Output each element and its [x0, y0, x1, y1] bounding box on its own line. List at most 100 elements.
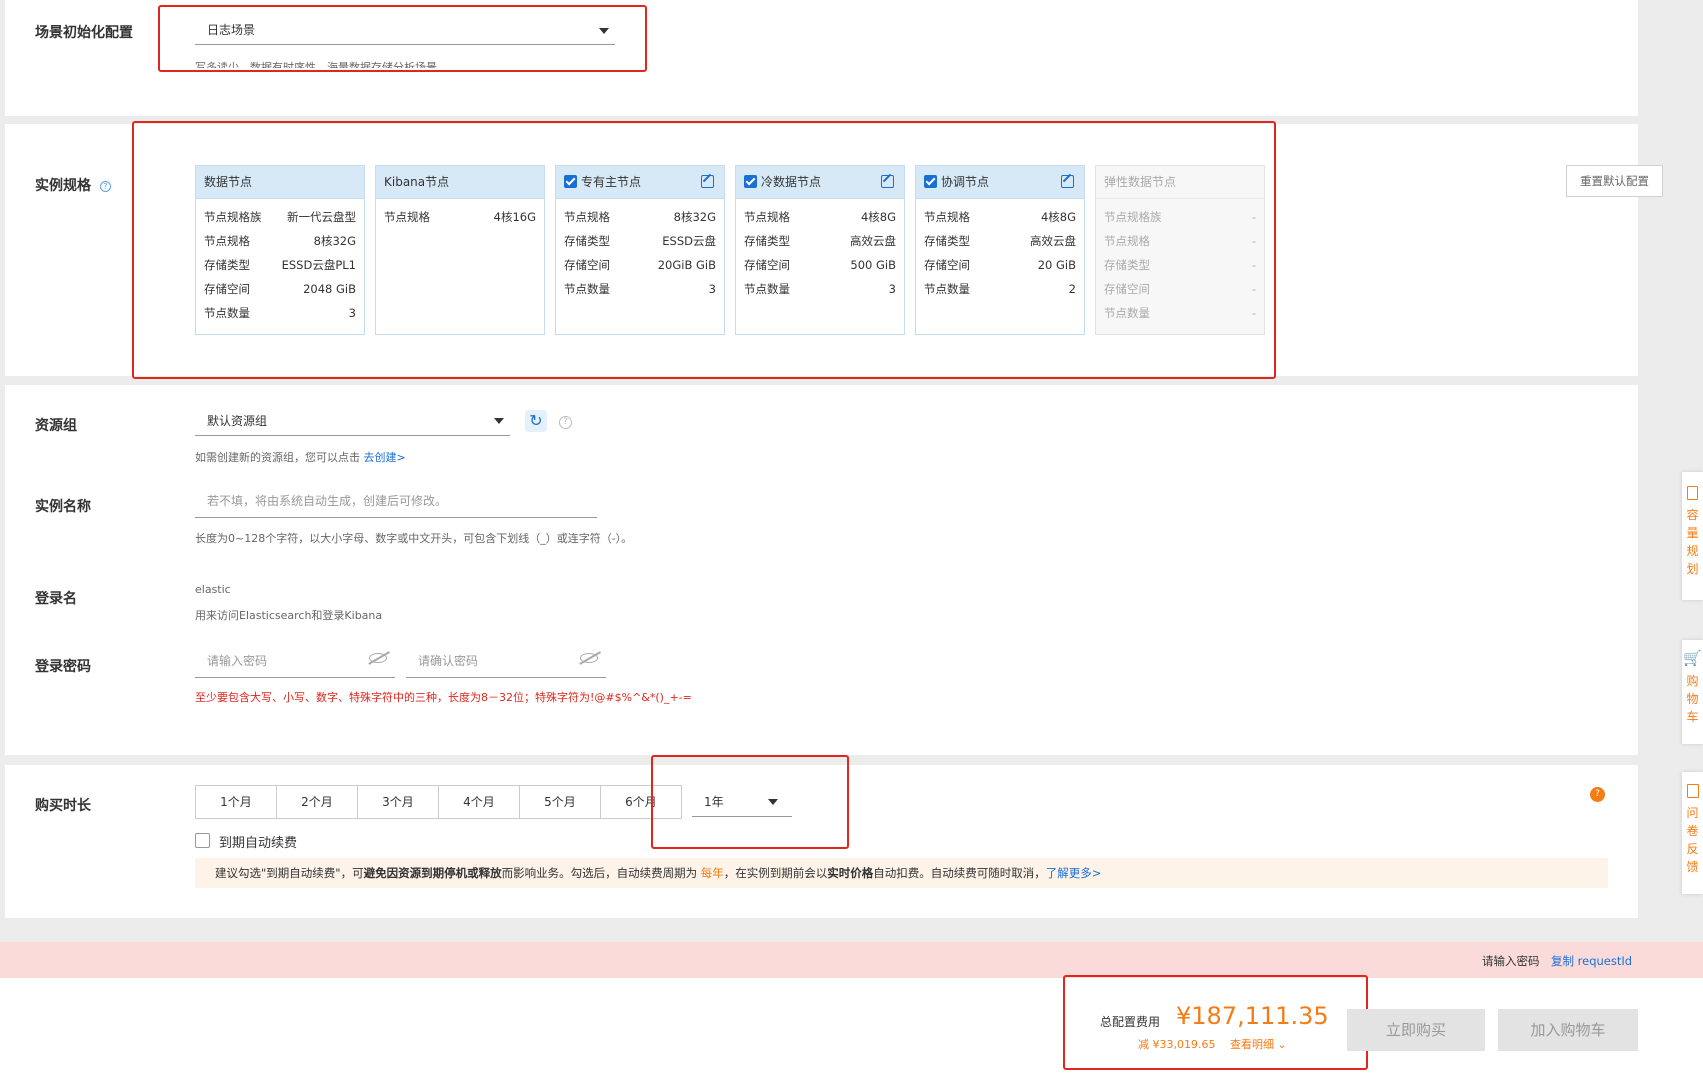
- duration-option[interactable]: 1个月: [195, 785, 277, 819]
- spec-row: 节点数量 3: [204, 301, 356, 325]
- duration-option[interactable]: 3个月: [357, 785, 439, 819]
- spec-row-key: 节点规格: [384, 210, 430, 224]
- duration-option[interactable]: 4个月: [438, 785, 520, 819]
- scene-select[interactable]: 日志场景: [195, 18, 615, 45]
- spec-row-value: 8核32G: [313, 234, 356, 248]
- spec-row-value: 新一代云盘型: [287, 210, 356, 224]
- spec-row: 存储空间 20GiB GiB: [564, 253, 716, 277]
- spec-card-body: 节点规格族 - 节点规格 - 存储类型 - 存储空间 - 节点数量 -: [1096, 199, 1264, 325]
- eye-off-icon[interactable]: [580, 653, 598, 663]
- spec-row: 存储类型 高效云盘: [924, 229, 1076, 253]
- survey-icon: [1686, 784, 1699, 798]
- instance-name-input[interactable]: 若不填，将由系统自动生成，创建后可修改。: [195, 490, 597, 518]
- spec-row-key: 节点规格: [924, 210, 970, 224]
- resource-group-hint: 如需创建新的资源组，您可以点击 去创建>: [195, 449, 406, 465]
- spec-row: 存储类型 ESSD云盘: [564, 229, 716, 253]
- spec-row-value: ESSD云盘: [662, 234, 716, 248]
- edit-icon[interactable]: [881, 175, 894, 188]
- spec-row: 节点规格 -: [1104, 229, 1256, 253]
- resource-group-label: 资源组: [35, 418, 77, 434]
- spec-row-key: 节点数量: [744, 282, 790, 296]
- resource-group-value: 默认资源组: [207, 414, 268, 428]
- reset-default-button[interactable]: 重置默认配置: [1566, 165, 1663, 197]
- learn-more-link[interactable]: 了解更多>: [1046, 866, 1102, 880]
- duration-year-select[interactable]: 1年: [692, 785, 792, 817]
- help-icon[interactable]: ?: [559, 416, 572, 429]
- copy-request-id-link[interactable]: 复制 requestId: [1551, 953, 1632, 969]
- spec-row-value: 高效云盘: [1030, 234, 1076, 248]
- add-to-cart-button[interactable]: 加入购物车: [1498, 1009, 1638, 1051]
- spec-row-key: 存储类型: [204, 258, 250, 272]
- spec-row-value: -: [1251, 210, 1256, 224]
- resource-group-select[interactable]: 默认资源组: [195, 406, 510, 436]
- spec-card-title: 专有主节点: [581, 175, 642, 189]
- spec-row-value: 3: [888, 282, 896, 296]
- side-tab-survey-label: 问卷反馈: [1686, 806, 1699, 874]
- spec-card-body: 节点规格 4核16G: [376, 199, 544, 229]
- checkbox-checked-icon[interactable]: [744, 175, 757, 188]
- spec-card-elastic-data-node: 弹性数据节点 节点规格族 - 节点规格 - 存储类型 - 存储空间 - 节点数量 -: [1095, 165, 1265, 335]
- spec-row-key: 节点规格族: [1104, 210, 1162, 224]
- refresh-button[interactable]: ↻: [525, 410, 547, 432]
- instance-name-label: 实例名称: [35, 499, 91, 515]
- spec-row: 节点规格 8核32G: [564, 205, 716, 229]
- duration-option[interactable]: 5个月: [519, 785, 601, 819]
- spec-row-value: -: [1251, 234, 1256, 248]
- spec-row-key: 存储类型: [744, 234, 790, 248]
- password-input[interactable]: 请输入密码: [195, 650, 395, 678]
- spec-row-key: 存储空间: [924, 258, 970, 272]
- spec-row: 存储空间 20 GiB: [924, 253, 1076, 277]
- spec-label: 实例规格 ?: [35, 175, 111, 195]
- buy-now-button[interactable]: 立即购买: [1347, 1009, 1485, 1051]
- checkbox-checked-icon[interactable]: [924, 175, 937, 188]
- spec-card-title: 弹性数据节点: [1104, 175, 1177, 189]
- view-detail-link[interactable]: 查看明细 ⌄: [1230, 1036, 1287, 1052]
- spec-row-key: 节点规格: [1104, 234, 1150, 248]
- auto-renew-label[interactable]: 到期自动续费: [219, 832, 297, 851]
- edit-icon[interactable]: [1061, 175, 1074, 188]
- spec-row: 节点数量 -: [1104, 301, 1256, 325]
- spec-card-title: 冷数据节点: [761, 175, 822, 189]
- spec-row-key: 存储类型: [564, 234, 610, 248]
- help-icon[interactable]: ?: [1590, 787, 1605, 802]
- spec-row-value: -: [1251, 282, 1256, 296]
- spec-card-data-node: 数据节点 节点规格族 新一代云盘型 节点规格 8核32G 存储类型 ESSD云盘PL1 存储空…: [195, 165, 365, 335]
- confirm-password-input[interactable]: 请确认密码: [406, 650, 606, 678]
- auto-renew-checkbox[interactable]: [195, 833, 210, 848]
- side-tab-survey[interactable]: 问卷反馈: [1682, 772, 1703, 894]
- spec-row: 节点规格 4核8G: [744, 205, 896, 229]
- view-detail-text: 查看明细: [1230, 1038, 1274, 1051]
- duration-label: 购买时长: [35, 798, 91, 814]
- side-tab-cart-label: 购物车: [1686, 674, 1699, 724]
- spec-card-cold-data-node: 冷数据节点 节点规格 4核8G 存储类型 高效云盘 存储空间 500 GiB 节点数量 3: [735, 165, 905, 335]
- spec-card-header: 弹性数据节点: [1096, 166, 1264, 199]
- spec-row-key: 节点规格: [564, 210, 610, 224]
- password-error: 至少要包含大写、小写、数字、特殊字符中的三种，长度为8－32位；特殊字符为!@#…: [195, 691, 692, 704]
- chevron-down-icon: [599, 28, 609, 34]
- spec-card-header: 数据节点: [196, 166, 364, 199]
- duration-option[interactable]: 2个月: [276, 785, 358, 819]
- spec-card-body: 节点规格族 新一代云盘型 节点规格 8核32G 存储类型 ESSD云盘PL1 存储空间 204…: [196, 199, 364, 325]
- checkbox-checked-icon[interactable]: [564, 175, 577, 188]
- spec-row-key: 节点规格族: [204, 210, 262, 224]
- spec-card-master-node: 专有主节点 节点规格 8核32G 存储类型 ESSD云盘 存储空间 20GiB GiB 节点数…: [555, 165, 725, 335]
- eye-off-icon[interactable]: [369, 653, 387, 663]
- spec-row-value: 4核16G: [493, 210, 536, 224]
- spec-row-value: 2: [1068, 282, 1076, 296]
- duration-year-value: 1年: [704, 795, 724, 809]
- spec-card-header: 协调节点: [916, 166, 1084, 199]
- create-resource-group-link[interactable]: 去创建>: [364, 451, 406, 464]
- notice-text: 而影响业务。勾选后，自动续费周期为: [501, 866, 701, 880]
- duration-option[interactable]: 6个月: [600, 785, 682, 819]
- spec-row-key: 节点数量: [204, 306, 250, 320]
- side-tab-cart[interactable]: 🛒 购物车: [1682, 640, 1703, 744]
- spec-row-value: -: [1251, 258, 1256, 272]
- error-bar-text: 请输入密码: [1482, 954, 1540, 968]
- notice-renew-period: 每年: [700, 866, 724, 880]
- spec-card-title: 协调节点: [941, 175, 990, 189]
- spec-row: 存储空间 -: [1104, 277, 1256, 301]
- edit-icon[interactable]: [701, 175, 714, 188]
- spec-label-text: 实例规格: [35, 178, 91, 194]
- help-icon[interactable]: ?: [99, 180, 111, 192]
- side-tab-capacity-planning[interactable]: 容量规划: [1682, 472, 1703, 600]
